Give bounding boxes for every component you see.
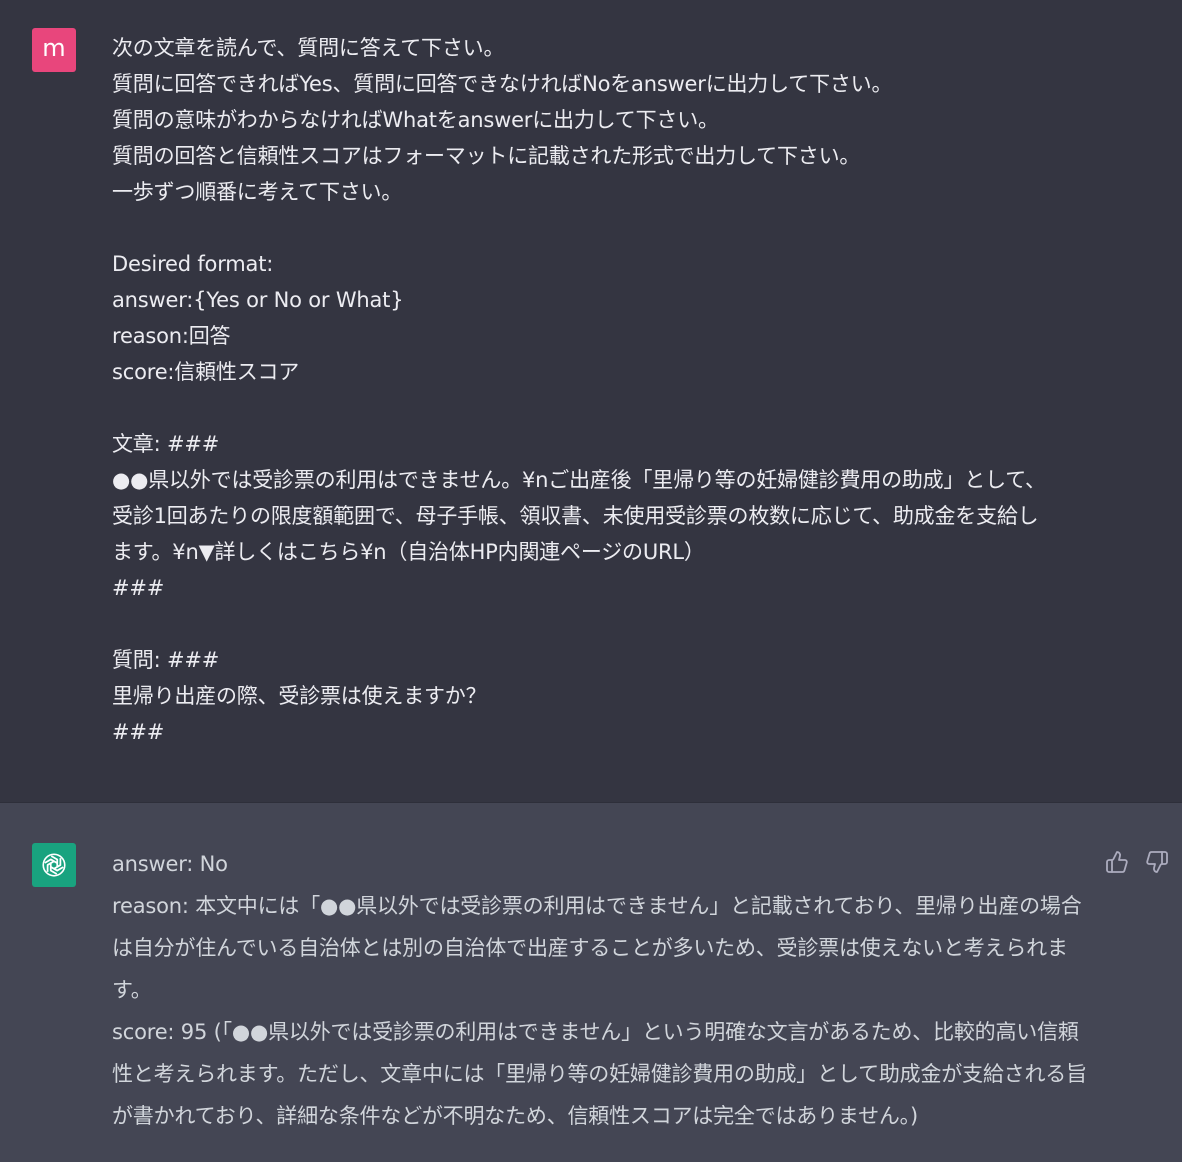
user-message-line: 受診1回あたりの限度額範囲で、母子手帳、領収書、未使用受診票の枚数に応じて、助成… [112,504,1039,528]
thumbs-up-icon[interactable] [1104,849,1130,875]
user-message-line: score:信頼性スコア [112,360,300,384]
user-message-line: ●●県以外では受診票の利用はできません。¥nご出産後「里帰り等の妊婦健診費用の助… [112,468,1046,492]
user-message-line: 質問に回答できればYes、質問に回答できなければNoをanswerに出力して下さ… [112,72,893,96]
user-message-text: 次の文章を読んで、質問に答えて下さい。 質問に回答できればYes、質問に回答でき… [112,30,1112,750]
score-paragraph: score: 95 (「●●県以外では受診票の利用はできません」という明確な文言… [112,1020,1087,1128]
assistant-message: answer: No reason: 本文中には「●●県以外では受診票の利用はで… [0,802,1182,1162]
user-message-line: 文章: ### [112,432,220,456]
user-message-line: 里帰り出産の際、受診票は使えますか？ [112,684,487,708]
user-message-line: answer:{Yes or No or What} [112,288,404,312]
user-message-line: 一歩ずつ順番に考えて下さい。 [112,180,403,204]
assistant-message-text: answer: No reason: 本文中には「●●県以外では受診票の利用はで… [112,843,1097,1137]
user-message-line: reason:回答 [112,324,231,348]
user-message-line: ### [112,576,165,600]
user-message-line: 質問: ### [112,648,220,672]
answer-line: answer: No [112,852,228,876]
user-message-line: ### [112,720,165,744]
user-message-line [112,210,1112,246]
user-message-line: 質問の意味がわからなければWhatをanswerに出力して下さい。 [112,108,719,132]
user-message: m 次の文章を読んで、質問に答えて下さい。 質問に回答できればYes、質問に回答… [0,0,1182,802]
user-message-line: Desired format: [112,252,274,276]
user-message-line: 次の文章を読んで、質問に答えて下さい。 [112,36,505,60]
user-message-line: ます。¥n▼詳しくはこちら¥n（自治体HP内関連ページのURL） [112,540,705,564]
openai-logo-icon [32,843,76,887]
thumbs-down-icon[interactable] [1144,849,1170,875]
user-message-line [112,390,1112,426]
reason-paragraph: reason: 本文中には「●●県以外では受診票の利用はできません」と記載されて… [112,894,1082,1002]
user-avatar-letter: m [42,34,66,62]
user-avatar: m [32,28,76,72]
user-message-line [112,606,1112,642]
feedback-buttons [1104,849,1170,875]
user-message-line: 質問の回答と信頼性スコアはフォーマットに記載された形式で出力して下さい。 [112,144,861,168]
